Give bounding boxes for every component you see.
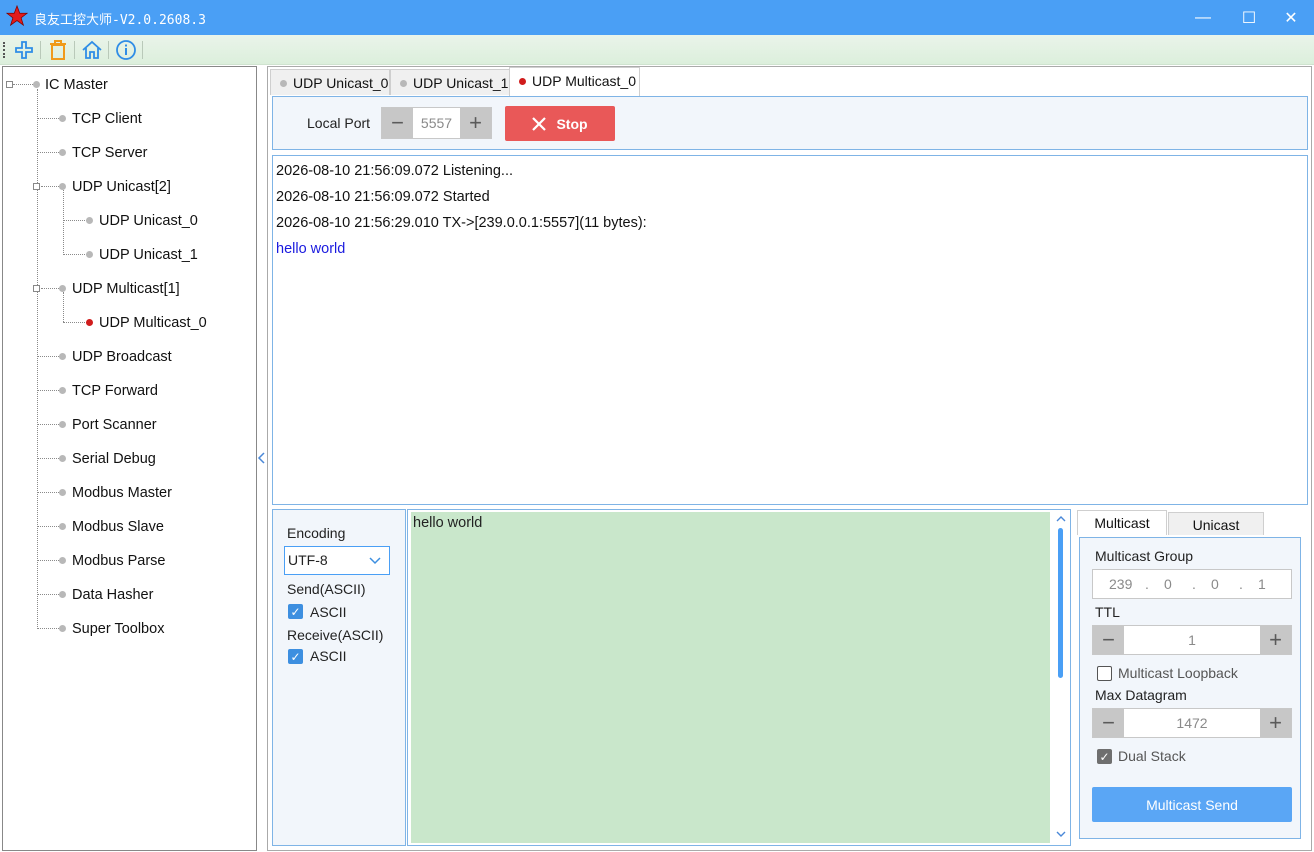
log-line: 2026-08-10 21:56:09.072 Started [276, 189, 490, 205]
tree-item-port-scanner[interactable]: Port Scanner [72, 415, 157, 435]
tree-item-tcp-server[interactable]: TCP Server [72, 143, 147, 163]
toolbar [0, 35, 1314, 65]
scroll-down-icon[interactable] [1056, 830, 1066, 838]
multicast-loopback-checkbox[interactable] [1097, 666, 1112, 681]
tab-udp-multicast-0[interactable]: UDP Multicast_0 [509, 67, 640, 96]
encoding-select[interactable]: UTF-8 [284, 546, 390, 575]
tree-root-ic-master[interactable]: IC Master [45, 75, 108, 95]
tree-item-tcp-client[interactable]: TCP Client [72, 109, 142, 129]
ip-octet[interactable]: 0 [1211, 576, 1219, 592]
chevron-down-icon [369, 557, 381, 565]
ttl-stepper: − 1 + [1092, 625, 1292, 655]
collapse-sidebar-icon[interactable] [257, 448, 267, 468]
send-textarea[interactable]: hello world [411, 512, 1050, 843]
send-encoding-label: Send(ASCII) [287, 581, 366, 597]
toolbar-grip[interactable] [3, 42, 6, 58]
max-datagram-stepper: − 1472 + [1092, 708, 1292, 738]
send-ascii-checkbox[interactable]: ✓ [288, 604, 303, 619]
tree-item-modbus-parse[interactable]: Modbus Parse [72, 551, 166, 571]
plus-icon[interactable]: + [1260, 709, 1291, 737]
receive-encoding-label: Receive(ASCII) [287, 627, 384, 643]
multicast-group-input[interactable]: 239 . 0 . 0 . 1 [1092, 569, 1292, 599]
receive-ascii-checkbox[interactable]: ✓ [288, 649, 303, 664]
active-status-dot [86, 319, 93, 326]
tree-item-udp-multicast[interactable]: UDP Multicast[1] [72, 279, 180, 299]
tab-udp-unicast-1[interactable]: UDP Unicast_1 [390, 69, 510, 95]
navigation-tree: IC Master TCP Client TCP Server UDP Unic… [2, 66, 257, 851]
log-line: 2026-08-10 21:56:09.072 Listening... [276, 163, 514, 179]
tree-item-modbus-master[interactable]: Modbus Master [72, 483, 172, 503]
log-panel[interactable]: 2026-08-10 21:56:09.072 Listening... 202… [272, 155, 1308, 505]
ip-octet[interactable]: 239 [1109, 576, 1132, 592]
star-app-icon [6, 5, 28, 27]
scroll-up-icon[interactable] [1056, 515, 1066, 523]
max-datagram-value[interactable]: 1472 [1124, 715, 1260, 731]
ip-octet[interactable]: 0 [1164, 576, 1172, 592]
receive-ascii-label: ASCII [310, 648, 347, 664]
multicast-group-label: Multicast Group [1095, 548, 1194, 564]
maximize-button[interactable]: ☐ [1226, 0, 1272, 35]
title-bar: 良友工控大师-V2.0.2608.3 — ☐ ✕ [0, 0, 1314, 35]
tree-item-data-hasher[interactable]: Data Hasher [72, 585, 153, 605]
local-port-stepper: − 5557 + [381, 107, 492, 139]
stop-button[interactable]: Stop [505, 106, 615, 141]
multicast-loopback-label: Multicast Loopback [1118, 665, 1238, 681]
tree-item-udp-multicast-0[interactable]: UDP Multicast_0 [99, 313, 207, 333]
ip-octet[interactable]: 1 [1258, 576, 1266, 592]
home-icon[interactable] [79, 38, 105, 62]
scrollbar-thumb[interactable] [1058, 528, 1063, 678]
dual-stack-checkbox[interactable]: ✓ [1097, 749, 1112, 764]
root-node-dot [33, 81, 40, 88]
minus-icon[interactable]: − [1093, 709, 1124, 737]
minus-icon[interactable]: − [382, 108, 413, 138]
tab-udp-unicast-0[interactable]: UDP Unicast_0 [270, 69, 390, 95]
tree-item-udp-unicast-1[interactable]: UDP Unicast_1 [99, 245, 198, 265]
ttl-label: TTL [1095, 604, 1120, 620]
tree-item-udp-unicast[interactable]: UDP Unicast[2] [72, 177, 171, 197]
dual-stack-label: Dual Stack [1118, 748, 1186, 764]
plus-icon[interactable]: + [460, 108, 491, 138]
max-datagram-label: Max Datagram [1095, 687, 1187, 703]
encoding-label: Encoding [287, 525, 346, 541]
root-expander[interactable] [6, 81, 13, 88]
active-status-dot [519, 78, 526, 85]
local-port-value[interactable]: 5557 [413, 115, 460, 131]
close-icon [532, 116, 547, 131]
udp-multicast-expander[interactable] [33, 285, 40, 292]
udp-unicast-expander[interactable] [33, 183, 40, 190]
local-port-label: Local Port [307, 115, 371, 131]
ttl-value[interactable]: 1 [1124, 632, 1260, 648]
tree-item-udp-unicast-0[interactable]: UDP Unicast_0 [99, 211, 198, 231]
minimize-button[interactable]: — [1180, 0, 1226, 35]
add-icon[interactable] [11, 38, 37, 62]
multicast-send-button[interactable]: Multicast Send [1092, 787, 1292, 822]
tab-unicast[interactable]: Unicast [1168, 512, 1264, 535]
window-title: 良友工控大师-V2.0.2608.3 [34, 13, 206, 28]
tree-item-tcp-forward[interactable]: TCP Forward [72, 381, 158, 401]
log-line: 2026-08-10 21:56:29.010 TX->[239.0.0.1:5… [276, 215, 647, 231]
info-icon[interactable] [113, 38, 139, 62]
tree-item-udp-broadcast[interactable]: UDP Broadcast [72, 347, 172, 367]
tree-item-serial-debug[interactable]: Serial Debug [72, 449, 156, 469]
delete-icon[interactable] [45, 38, 71, 62]
send-ascii-label: ASCII [310, 604, 347, 620]
tree-item-modbus-slave[interactable]: Modbus Slave [72, 517, 164, 537]
tab-multicast[interactable]: Multicast [1077, 510, 1167, 535]
minus-icon[interactable]: − [1093, 626, 1124, 654]
plus-icon[interactable]: + [1260, 626, 1291, 654]
close-button[interactable]: ✕ [1268, 0, 1314, 35]
log-payload: hello world [276, 241, 346, 257]
tree-item-super-toolbox[interactable]: Super Toolbox [72, 619, 164, 639]
